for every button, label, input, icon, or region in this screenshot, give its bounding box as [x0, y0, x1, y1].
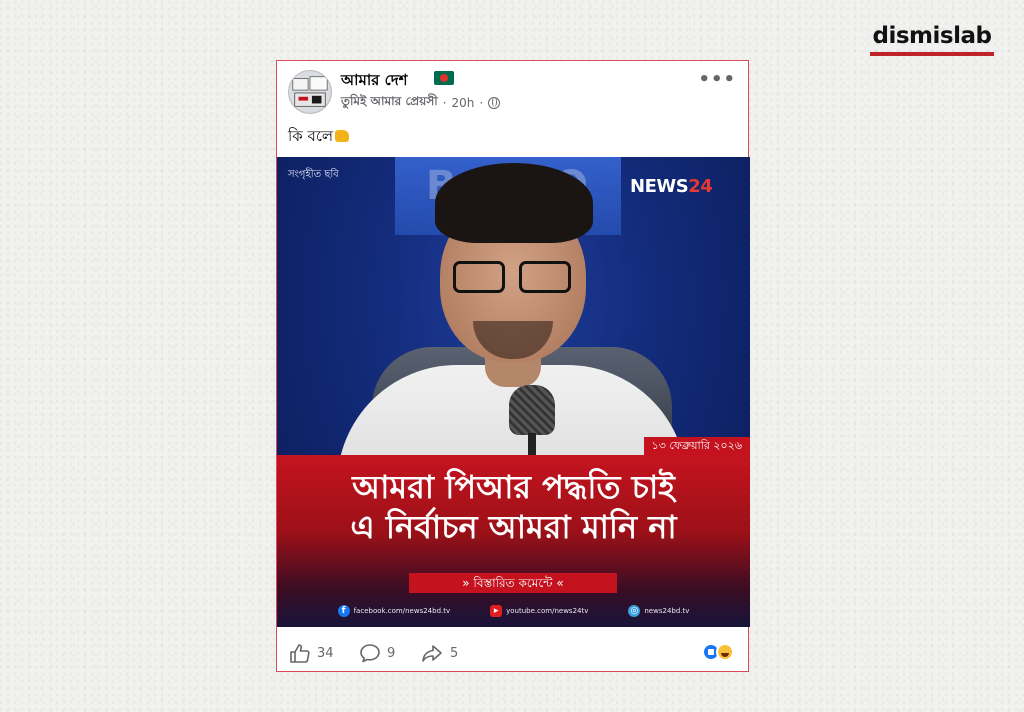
- glasses: [453, 261, 575, 295]
- post-image[interactable]: BOTTO সংগৃহীত ছবি NEWS24 ১৩ ফেব্রুয়ারি …: [277, 157, 750, 627]
- post-header: আমার দেশ তুমিই আমার প্রেয়সী · 20h · •••: [277, 61, 748, 121]
- page-avatar[interactable]: [288, 70, 332, 114]
- comment-count: 9: [387, 645, 396, 661]
- page-name[interactable]: আমার দেশ: [341, 69, 408, 94]
- post-time[interactable]: 20h: [452, 96, 475, 110]
- meta-separator-2: ·: [479, 96, 484, 110]
- post-meta: তুমিই আমার প্রেয়সী · 20h ·: [341, 93, 501, 113]
- share-icon: [422, 645, 442, 662]
- meta-separator: ·: [442, 96, 447, 110]
- social-facebook: f facebook.com/news24bd.tv: [337, 605, 451, 617]
- folded-hands-icon: [335, 130, 350, 142]
- social-web: ◎ news24bd.tv: [628, 605, 689, 617]
- like-count: 34: [317, 645, 334, 661]
- social-youtube-text: youtube.com/news24tv: [506, 607, 589, 615]
- microphone-icon: [509, 385, 555, 473]
- post-author[interactable]: তুমিই আমার প্রেয়সী: [341, 93, 438, 113]
- brand-underline: [870, 52, 994, 56]
- brand-name: dismislab: [872, 23, 992, 49]
- headline-line-2: এ নির্বাচন আমরা মানি না: [350, 508, 677, 546]
- share-count: 5: [450, 645, 459, 661]
- comment-button[interactable]: 9: [359, 643, 395, 663]
- haha-reaction-icon: [716, 643, 734, 661]
- headline-line-1: আমরা পিআর পদ্ধতি চাই: [352, 468, 675, 506]
- news24-logo: NEWS24: [630, 176, 713, 197]
- social-facebook-text: facebook.com/news24bd.tv: [353, 607, 451, 615]
- web-icon: ◎: [628, 605, 641, 617]
- collected-photo-label: সংগৃহীত ছবি: [288, 169, 339, 180]
- social-youtube: ▸ youtube.com/news24tv: [490, 605, 588, 617]
- bangladesh-flag-icon: [434, 71, 454, 85]
- share-button[interactable]: 5: [420, 643, 458, 663]
- reaction-icons[interactable]: [702, 643, 736, 663]
- facebook-post: আমার দেশ তুমিই আমার প্রেয়সী · 20h · •••…: [276, 60, 750, 673]
- details-in-comments: » বিস্তারিত কমেন্টে «: [409, 573, 617, 593]
- post-caption: কি বলে: [288, 125, 350, 150]
- social-web-text: news24bd.tv: [644, 607, 690, 615]
- like-button[interactable]: 34: [289, 643, 334, 663]
- facebook-icon: f: [337, 605, 350, 617]
- caption-text: কি বলে: [288, 127, 334, 145]
- post-actions: 34 9 5: [277, 633, 748, 673]
- more-options-icon[interactable]: •••: [698, 71, 736, 89]
- person-hair: [435, 163, 593, 243]
- headline-box: আমরা পিআর পদ্ধতি চাই এ নির্বাচন আমরা মান…: [277, 455, 750, 627]
- date-tag: ১৩ ফেব্রুয়ারি ২০২৬: [643, 437, 750, 455]
- globe-icon: [488, 97, 501, 109]
- news-logo-main: NEWS: [630, 176, 689, 197]
- comment-icon: [360, 644, 380, 663]
- social-links: f facebook.com/news24bd.tv ▸ youtube.com…: [277, 601, 750, 621]
- news-logo-num: 24: [688, 176, 713, 197]
- thumbs-up-icon: [290, 644, 310, 663]
- youtube-icon: ▸: [490, 605, 503, 617]
- dismislab-logo: dismislab: [870, 22, 994, 56]
